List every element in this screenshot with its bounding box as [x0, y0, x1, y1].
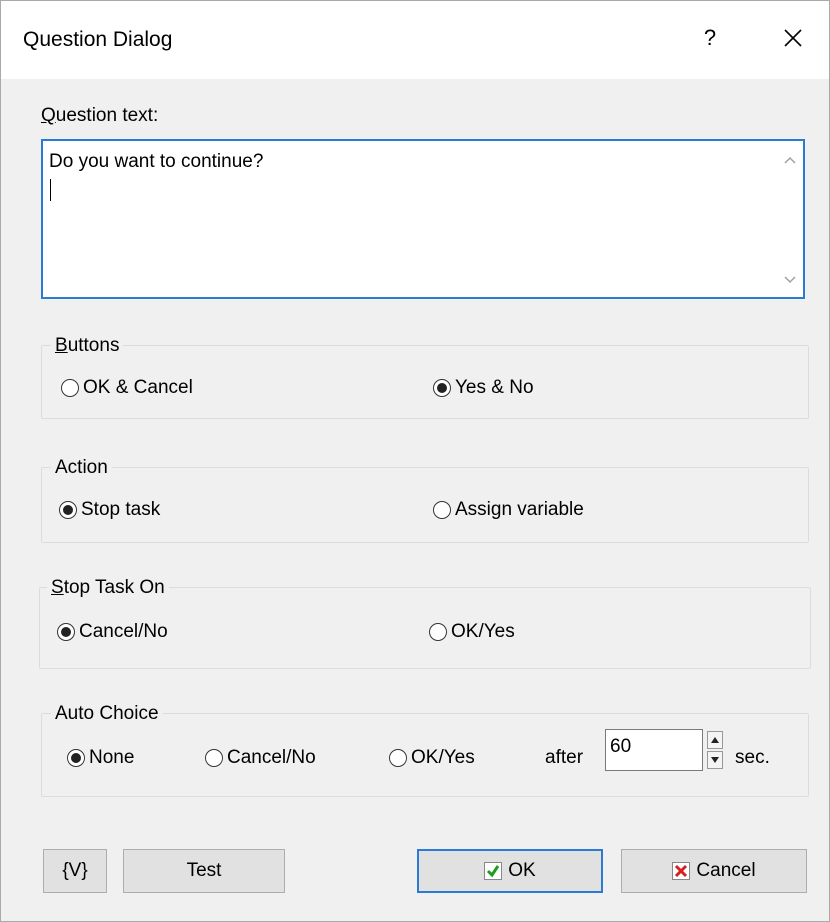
radio-stop-on-cancel-no-label: Cancel/No	[79, 621, 168, 642]
cancel-button[interactable]: Cancel	[621, 849, 807, 893]
spin-down-icon	[711, 757, 719, 763]
radio-assign-variable[interactable]: Assign variable	[433, 499, 584, 521]
buttons-group-mnemonic: B	[55, 335, 68, 356]
spin-up-button[interactable]	[707, 731, 723, 749]
radio-circle	[389, 749, 407, 767]
ok-button-label: OK	[508, 860, 536, 881]
help-icon: ?	[703, 25, 717, 50]
cancel-button-label: Cancel	[696, 860, 756, 881]
buttons-group-label-rest: uttons	[67, 335, 120, 356]
radio-yes-no[interactable]: Yes & No	[433, 377, 534, 399]
x-glyph	[675, 864, 688, 878]
radio-auto-ok-yes[interactable]: OK/Yes	[389, 747, 475, 769]
insert-variable-button[interactable]: {V}	[43, 849, 107, 893]
stop-task-on-mnemonic: S	[51, 577, 64, 598]
help-button[interactable]: ?	[687, 15, 733, 61]
radio-stop-on-cancel-no[interactable]: Cancel/No	[57, 621, 168, 643]
question-text-label-mnemonic: Q	[41, 105, 56, 126]
auto-choice-group-label: Auto Choice	[51, 703, 163, 725]
radio-ok-cancel[interactable]: OK & Cancel	[61, 377, 193, 399]
radio-circle	[67, 749, 85, 767]
scroll-down-icon[interactable]	[783, 275, 797, 285]
seconds-input[interactable]: 60	[605, 729, 703, 771]
spin-up-icon	[711, 737, 719, 743]
question-text-scrollbar[interactable]	[777, 141, 803, 297]
question-text-label-rest: uestion text:	[55, 105, 159, 126]
seconds-value: 60	[610, 736, 632, 757]
question-text-label: Question text:	[41, 105, 158, 127]
radio-auto-none[interactable]: None	[67, 747, 134, 769]
radio-stop-on-ok-yes-label: OK/Yes	[451, 621, 515, 642]
x-icon	[672, 862, 691, 880]
stop-task-on-label-rest: top Task On	[63, 577, 165, 598]
radio-auto-ok-yes-label: OK/Yes	[411, 747, 475, 768]
question-text-input[interactable]: Do you want to continue?	[41, 139, 805, 299]
radio-selected-dot	[61, 627, 71, 637]
ok-button[interactable]: OK	[417, 849, 603, 893]
close-button[interactable]	[767, 15, 819, 61]
seconds-spinner[interactable]	[707, 729, 725, 771]
check-glyph	[487, 865, 500, 878]
radio-stop-on-ok-yes[interactable]: OK/Yes	[429, 621, 515, 643]
radio-selected-dot	[437, 383, 447, 393]
title-bar: Question Dialog ?	[1, 1, 829, 79]
radio-selected-dot	[71, 753, 81, 763]
radio-stop-task[interactable]: Stop task	[59, 499, 160, 521]
scroll-up-icon[interactable]	[783, 155, 797, 165]
test-button-label: Test	[186, 860, 222, 881]
radio-circle	[59, 501, 77, 519]
radio-auto-cancel-no[interactable]: Cancel/No	[205, 747, 316, 769]
radio-ok-cancel-label: OK & Cancel	[83, 377, 193, 398]
window-title: Question Dialog	[23, 28, 173, 51]
sec-label: sec.	[735, 747, 770, 768]
radio-yes-no-label: Yes & No	[455, 377, 534, 398]
spin-down-button[interactable]	[707, 751, 723, 769]
radio-assign-variable-label: Assign variable	[455, 499, 584, 520]
close-icon	[784, 29, 802, 47]
radio-circle	[433, 379, 451, 397]
insert-variable-label: {V}	[62, 860, 88, 881]
check-icon	[484, 862, 503, 880]
text-caret	[50, 179, 51, 201]
radio-circle	[57, 623, 75, 641]
question-text-value: Do you want to continue?	[49, 151, 264, 172]
radio-circle	[433, 501, 451, 519]
test-button[interactable]: Test	[123, 849, 285, 893]
buttons-group-label: Buttons	[51, 335, 124, 357]
radio-circle	[61, 379, 79, 397]
radio-stop-task-label: Stop task	[81, 499, 161, 520]
question-dialog-window: Question Dialog ? Question text: Do you …	[0, 0, 830, 922]
radio-circle	[205, 749, 223, 767]
action-group-label: Action	[51, 457, 112, 479]
radio-selected-dot	[63, 505, 73, 515]
radio-auto-none-label: None	[89, 747, 135, 768]
radio-auto-cancel-no-label: Cancel/No	[227, 747, 316, 768]
radio-circle	[429, 623, 447, 641]
stop-task-on-group-label: Stop Task On	[47, 577, 169, 599]
after-label: after	[545, 747, 584, 768]
